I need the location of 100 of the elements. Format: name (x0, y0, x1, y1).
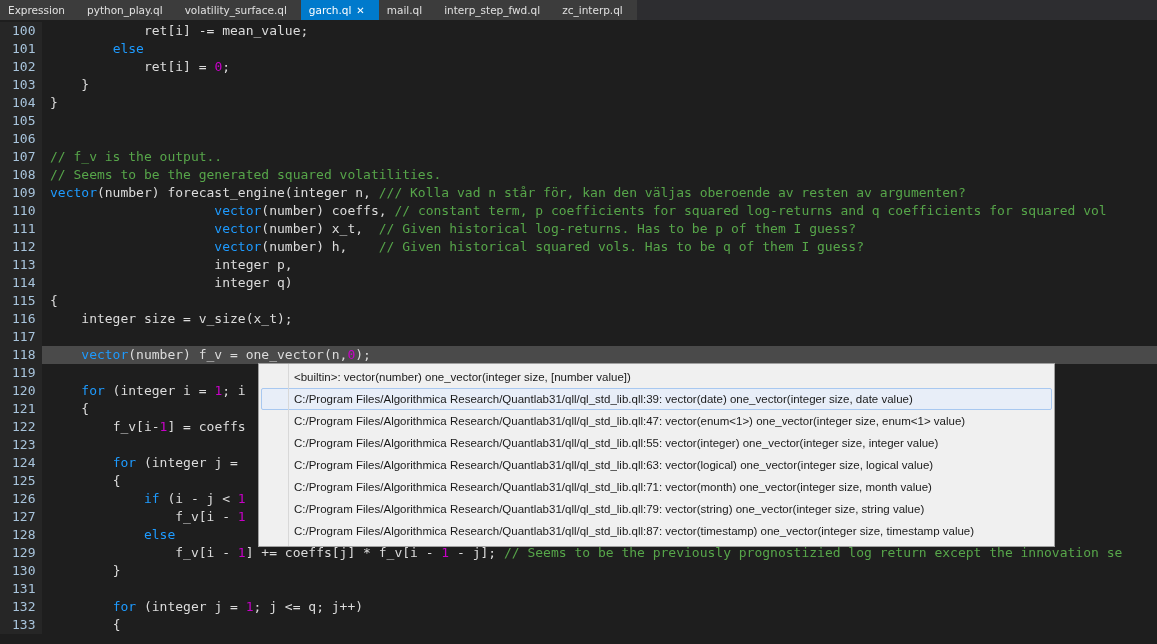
file-tab[interactable]: Expression (0, 0, 79, 20)
line-number: 106 (0, 130, 42, 148)
line-number: 109 (0, 184, 42, 202)
completion-item[interactable]: C:/Program Files/Algorithmica Research/Quantlab31/qll/ql_std_lib.qll:71: vector(month) one_vector(integer size, month value) (261, 476, 1052, 498)
code-token: 1 (237, 491, 246, 506)
code-token: // Given historical log-returns. Has to be p of them I guess? (378, 221, 857, 236)
line-number: 121 (0, 400, 42, 418)
code-token: vector (213, 239, 262, 254)
code-token: for (80, 383, 105, 398)
code-token: ; (222, 59, 231, 74)
code-token: // Seems to be the previously prognostizied log return except the innovation se (504, 545, 1123, 560)
code-token: ; j <= q; j++) (253, 599, 364, 614)
code-token: ; i (222, 383, 246, 398)
line-number: 102 (0, 58, 42, 76)
code-token: else (142, 527, 176, 542)
code-token: for (111, 599, 137, 614)
code-token: (number) f_v = one_vector(n, (128, 347, 348, 362)
code-token: { (80, 401, 90, 416)
code-token: // Given historical squared vols. Has to be q of them I guess? (378, 239, 864, 254)
file-tab[interactable]: volatility_surface.ql (176, 0, 301, 20)
line-number: 129 (0, 544, 42, 562)
code-token: vector (80, 347, 129, 362)
line-number: 100 (0, 22, 42, 40)
line-number: 128 (0, 526, 42, 544)
code-token: (number) forecast_engine(integer n, (96, 185, 372, 200)
line-number: 116 (0, 310, 42, 328)
line-number: 125 (0, 472, 42, 490)
line-number: 107 (0, 148, 42, 166)
code-token: ); (355, 347, 371, 362)
code-token: } (50, 95, 58, 110)
file-tab[interactable]: mail.ql (378, 0, 437, 20)
line-number: 118 (0, 346, 42, 364)
code-token: vector (213, 203, 262, 218)
line-number: 124 (0, 454, 42, 472)
code-token: 0 (214, 59, 223, 74)
line-number: 104 (0, 94, 42, 112)
completion-item[interactable]: C:/Program Files/Algorithmica Research/Quantlab31/qll/ql_std_lib.qll:63: vector(logical) one_vector(integer size, logical value) (261, 454, 1052, 476)
file-tab[interactable]: python_play.ql (79, 0, 177, 20)
line-number: 126 (0, 490, 42, 508)
code-token: 0 (347, 347, 356, 362)
code-token: (integer j = (142, 599, 239, 614)
completion-item[interactable]: <builtin>: vector(number) one_vector(integer size, [number value]) (261, 366, 1052, 388)
line-number: 101 (0, 40, 42, 58)
file-tab[interactable]: interp_step_fwd.ql (436, 0, 555, 20)
code-token: } (111, 563, 121, 578)
code-token: ret[i] = (142, 59, 208, 74)
file-tab[interactable]: zc_interp.ql (554, 0, 637, 20)
line-number: 132 (0, 598, 42, 616)
code-token: } (80, 77, 90, 92)
code-token: 1 (159, 419, 168, 434)
line-number: 120 (0, 382, 42, 400)
code-token: (integer i = (111, 383, 208, 398)
code-token: ret[i] -= mean_value; (142, 23, 309, 38)
code-token: { (111, 617, 121, 632)
code-token: // f_v is the output.. (50, 149, 223, 164)
code-token: { (111, 473, 121, 488)
file-tab[interactable]: garch.ql ✕ (300, 0, 379, 20)
code-token: for (111, 455, 137, 470)
completion-item[interactable]: C:/Program Files/Algorithmica Research/Quantlab31/qll/ql_std_lib.qll:55: vector(integer) one_vector(integer size, integer value) (261, 432, 1052, 454)
line-number: 103 (0, 76, 42, 94)
code-token: 1 (237, 545, 246, 560)
completion-item[interactable]: C:/Program Files/Algorithmica Research/Quantlab31/qll/ql_std_lib.qll:79: vector(string) one_vector(integer size, string value) (261, 498, 1052, 520)
line-number: 115 (0, 292, 42, 310)
code-token: integer size = v_size(x_t); (80, 311, 293, 326)
code-token: // constant term, p coefficients for squared log-returns and q coefficients for squared vol (394, 203, 1107, 218)
code-token: // Seems to be the generated squared volatilities. (50, 167, 442, 182)
code-token: else (111, 41, 144, 56)
code-token: { (50, 293, 58, 308)
line-number: 119 (0, 364, 42, 382)
code-token: if (142, 491, 160, 506)
completion-item[interactable]: C:/Program Files/Algorithmica Research/Quantlab31/qll/ql_std_lib.qll:47: vector(enum<1>) one_vector(integer size, enum<1> value) (261, 410, 1052, 432)
line-number: 131 (0, 580, 42, 598)
code-token: 1 (214, 383, 223, 398)
line-number: 113 (0, 256, 42, 274)
code-token: vector (213, 221, 262, 236)
code-token: 1 (245, 599, 254, 614)
code-token: - j]; (456, 545, 498, 560)
code-token: 1 (237, 509, 246, 524)
code-token: 1 (441, 545, 450, 560)
code-token: ] = coeffs (167, 419, 246, 434)
line-number: 105 (0, 112, 42, 130)
code-token: (number) h, (261, 239, 349, 254)
line-number: 112 (0, 238, 42, 256)
code-token: ] += coeffs[j] * f_v[i - (245, 545, 435, 560)
line-number: 133 (0, 616, 42, 634)
code-token: (number) x_t, (261, 221, 365, 236)
code-token: integer p, (213, 257, 293, 272)
line-number: 110 (0, 202, 42, 220)
code-token: (i - j < (166, 491, 232, 506)
line-number: 111 (0, 220, 42, 238)
completion-item[interactable]: C:/Program Files/Algorithmica Research/Quantlab31/qll/ql_std_lib.qll:87: vector(timestamp) one_vector(integer size, timestamp value) (261, 520, 1052, 542)
code-token: (number) coeffs, (261, 203, 388, 218)
close-icon[interactable]: ✕ (356, 4, 365, 16)
line-number: 122 (0, 418, 42, 436)
line-number: 127 (0, 508, 42, 526)
code-token: f_v[i - (174, 545, 232, 560)
line-number: 130 (0, 562, 42, 580)
completion-item[interactable]: C:/Program Files/Algorithmica Research/Quantlab31/qll/ql_std_lib.qll:39: vector(date) one_vector(integer size, date value) (261, 388, 1052, 410)
code-token: (integer j = (142, 455, 238, 470)
code-token: /// Kolla vad n står för, kan den väljas oberoende av resten av argumenten? (378, 185, 966, 200)
